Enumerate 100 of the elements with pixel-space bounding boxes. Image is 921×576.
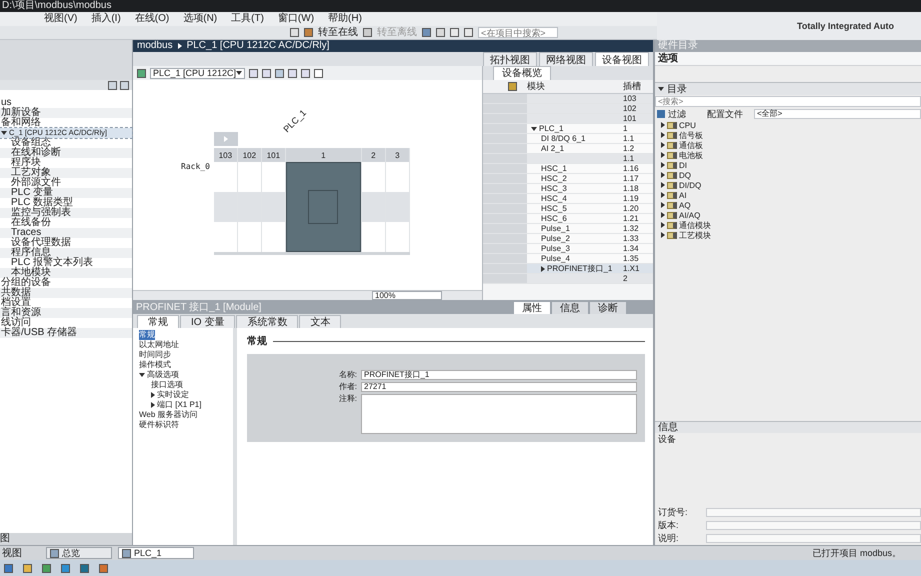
catalog-folder[interactable]: DI [655, 160, 921, 170]
view-tab[interactable]: 拓扑视图 [483, 52, 537, 66]
catalog-folder[interactable]: 电池板 [655, 150, 921, 160]
catalog-folder[interactable]: 通信模块 [655, 220, 921, 230]
portal-view-button[interactable]: 视图 [0, 546, 40, 560]
table-cell: 1.21 [623, 214, 639, 223]
inspector-tab[interactable]: 属性 [514, 302, 550, 314]
table-cell: 1.2 [623, 144, 634, 153]
editor-tab[interactable]: 总览 [46, 547, 112, 559]
nav-item[interactable]: 端口 [X1 P1] [157, 400, 202, 410]
nav-item[interactable]: Web 服务器访问 [139, 410, 198, 420]
tree-item[interactable]: 线访问 [0, 318, 132, 328]
tree-item[interactable]: 本地模块 [0, 268, 132, 278]
tree-item[interactable]: 监控与强制表 [0, 208, 132, 218]
nav-item[interactable]: 时间同步 [139, 350, 171, 360]
tree-item[interactable]: 程序块 [0, 158, 132, 168]
nav-item[interactable]: 以太网地址 [139, 340, 179, 350]
catalog-folder[interactable]: 信号板 [655, 130, 921, 140]
nav-item[interactable]: 常规 [139, 330, 155, 340]
catalog-folder[interactable]: CPU [655, 120, 921, 130]
tree-item[interactable]: PLC 变量 [0, 188, 132, 198]
input-field[interactable]: PROFINET接口_1 [361, 370, 637, 380]
catalog-folder[interactable]: 通信板 [655, 140, 921, 150]
go-online-button[interactable]: 转至在线 [318, 26, 358, 38]
input-field[interactable]: 27271 [361, 382, 637, 392]
field-label: 名称: [338, 370, 357, 380]
table-cell: HSC_2 [541, 174, 567, 183]
sub-tab[interactable]: 系统常数 [236, 315, 298, 328]
tree-item[interactable]: 设备代理数据 [0, 238, 132, 248]
table-cell: 1.33 [623, 234, 639, 243]
window-title: D:\项目\modbus\modbus [2, 0, 112, 12]
table-cell: Pulse_2 [541, 234, 570, 243]
breadcrumb-item[interactable]: modbus [137, 40, 173, 52]
catalog-folder[interactable]: AI [655, 190, 921, 200]
tree-item[interactable]: us [0, 98, 132, 108]
zoom-dropdown[interactable]: 100% [372, 291, 442, 300]
catalog-folder[interactable]: DI/DQ [655, 180, 921, 190]
sub-tab[interactable]: 文本 [299, 315, 342, 328]
tree-item[interactable]: 档设置 [0, 298, 132, 308]
menu-item[interactable]: 帮助(H) [328, 13, 362, 25]
menu-item[interactable]: 工具(T) [231, 13, 264, 25]
tree-item[interactable]: 分组的设备 [0, 278, 132, 288]
table-cell: DI 8/DQ 6_1 [541, 134, 586, 143]
search-field[interactable]: <在项目中搜索> [478, 27, 558, 38]
view-tab[interactable]: 网络视图 [539, 52, 593, 66]
tree-item[interactable]: PLC 报警文本列表 [0, 258, 132, 268]
tree-item[interactable]: 外部源文件 [0, 178, 132, 188]
editor-tab[interactable]: PLC_1 [118, 547, 194, 559]
tree-item[interactable]: 工艺对象 [0, 168, 132, 178]
device-dropdown[interactable]: PLC_1 [CPU 1212C] [150, 68, 245, 78]
nav-item[interactable]: 高级选项 [147, 370, 179, 380]
tree-item[interactable]: 备和网络 [0, 118, 132, 128]
slot-number: 3 [386, 148, 409, 162]
inspector-tab[interactable]: 诊断 [590, 302, 626, 314]
menu-item[interactable]: 窗口(W) [278, 13, 314, 25]
status-message: 已打开项目 modbus。 [812, 546, 901, 560]
tree-item[interactable]: 加新设备 [0, 108, 132, 118]
tree-item[interactable]: Traces [0, 228, 132, 238]
sub-tab[interactable]: IO 变量 [180, 315, 236, 328]
nav-item[interactable]: 实时设定 [157, 390, 189, 400]
catalog-folder[interactable]: DQ [655, 170, 921, 180]
table-cell: 103 [623, 94, 636, 103]
view-tab[interactable]: 设备视图 [595, 52, 649, 66]
tree-item[interactable]: 程序信息 [0, 248, 132, 258]
table-cell: PLC_1 [539, 124, 564, 133]
table-cell: Pulse_1 [541, 224, 570, 233]
menu-item[interactable]: 选项(N) [183, 13, 218, 25]
tree-item[interactable]: 言和资源 [0, 308, 132, 318]
table-cell: 1.17 [623, 174, 639, 183]
tree-item[interactable]: 卡器/USB 存储器 [0, 328, 132, 338]
catalog-folder[interactable]: AI/AQ [655, 210, 921, 220]
table-cell: 102 [623, 104, 636, 113]
catalog-folder[interactable]: 工艺模块 [655, 230, 921, 240]
sub-tab[interactable]: 常规 [137, 315, 179, 328]
catalog-header[interactable]: 目录 [655, 82, 921, 95]
profile-dropdown[interactable]: <全部> [754, 109, 921, 119]
tree-item[interactable]: 在线备份 [0, 218, 132, 228]
info-label: 设备 [658, 433, 676, 446]
nav-item[interactable]: 接口选项 [151, 380, 183, 390]
details-view-header: 图 [0, 533, 132, 545]
menu-item[interactable]: 在线(O) [134, 13, 170, 25]
table-cell: 1.19 [623, 194, 639, 203]
column-header: 模块 [527, 80, 546, 93]
menu-item[interactable]: 视图(V) [44, 13, 78, 25]
table-cell: PROFINET接口_1 [547, 264, 612, 273]
slot-number: 1 [286, 148, 361, 162]
tree-item[interactable]: 共数据 [0, 288, 132, 298]
catalog-folder[interactable]: AQ [655, 200, 921, 210]
menu-item[interactable]: 插入(I) [91, 13, 121, 25]
nav-item[interactable]: 操作模式 [139, 360, 171, 370]
tree-item[interactable]: 在线和诊断 [0, 148, 132, 158]
breadcrumb-item[interactable]: PLC_1 [CPU 1212C AC/DC/Rly] [186, 40, 330, 52]
tree-item[interactable]: PLC 数据类型 [0, 198, 132, 208]
slot-number: 102 [238, 148, 261, 162]
inspector-tab[interactable]: 信息 [552, 302, 588, 314]
nav-item[interactable]: 硬件标识符 [139, 420, 179, 430]
search-field[interactable]: <搜索> [655, 96, 921, 107]
table-cell: 1.X1 [623, 264, 640, 273]
field-label: 作者: [338, 382, 357, 392]
overview-tab[interactable]: 设备概览 [493, 66, 551, 80]
